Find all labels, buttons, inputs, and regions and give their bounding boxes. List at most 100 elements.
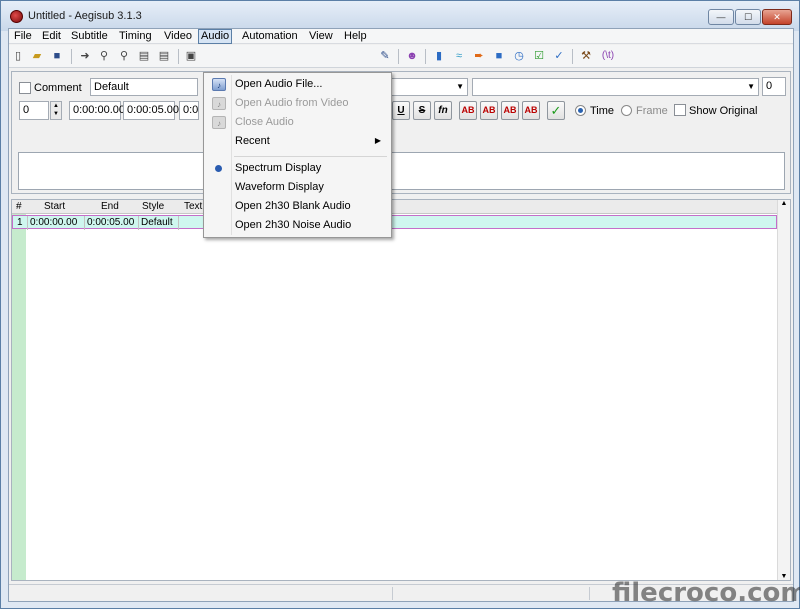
menu-file[interactable]: File [14,29,32,44]
time-radio[interactable] [575,105,586,116]
main-toolbar: ▯ ▰ ■ ➜ ⚲ ⚲ ▤ ▤ ▣ ✎ ☻ ▮ ≈ ➨ ■ ◷ ☑ ✓ ⚒ (\… [9,45,793,68]
comment-checkbox[interactable] [19,82,31,94]
menu-automation[interactable]: Automation [242,29,298,44]
menu-bar: File Edit Subtitle Timing Video Audio Au… [9,29,793,44]
title-bar[interactable]: Untitled - Aegisub 3.1.3 — ☐ ✕ [1,1,799,31]
menu-item-open-noise-audio[interactable]: Open 2h30 Noise Audio [206,216,389,235]
submenu-arrow-icon: ▶ [374,136,381,145]
strikeout-button[interactable]: S [413,101,431,120]
pipette-icon[interactable]: ⚲ [97,49,111,63]
menu-audio[interactable]: Audio [198,29,233,44]
properties-icon[interactable]: ▣ [184,49,198,63]
arrow-icon[interactable]: ➜ [78,49,92,63]
pipette-icon[interactable]: ⚲ [117,49,131,63]
menu-item-label: Open 2h30 Noise Audio [235,219,352,231]
margin-field[interactable]: 0 [19,101,49,120]
time-label: Time [590,105,615,117]
commit-button[interactable]: ✓ [547,101,565,120]
app-window: Untitled - Aegisub 3.1.3 — ☐ ✕ File Edit… [0,0,800,609]
maximize-button[interactable]: ☐ [735,9,761,25]
check-icon[interactable]: ☑ [532,49,546,63]
clip-icon[interactable]: ▤ [137,49,151,63]
validate-icon[interactable]: ✓ [552,49,566,63]
subtitle-grid[interactable]: # Start End Style Text 1 0:00:00.00 0:00… [11,199,791,581]
subtitle-edit-panel: Comment Default ▼ ▼ 0 0 ▲ ▼ 0:00:00.00 0:… [11,71,791,194]
menu-video[interactable]: Video [164,29,192,44]
frame-label: Frame [636,105,668,117]
grid-scrollbar[interactable]: ▲ ▼ [777,200,790,580]
menu-item-open-audio-file[interactable]: ♪ Open Audio File... [206,75,389,94]
column-header-end[interactable]: End [101,201,119,212]
show-original-checkbox[interactable] [674,104,686,116]
jump-icon[interactable]: ▮ [432,49,446,63]
menu-item-label: Spectrum Display [235,162,322,174]
menu-item-recent[interactable]: Recent ▶ [206,132,389,151]
save-icon[interactable]: ■ [50,49,64,63]
stop-icon[interactable]: ■ [492,49,506,63]
effect-combo[interactable]: ▼ [472,78,759,96]
style-combo[interactable]: Default [90,78,198,96]
show-original-label: Show Original [689,105,758,117]
menu-item-open-blank-audio[interactable]: Open 2h30 Blank Audio [206,197,389,216]
column-header-start[interactable]: Start [44,201,65,212]
chevron-down-icon: ▼ [747,82,755,91]
end-time-field[interactable]: 0:00:05.00 [123,101,179,120]
column-header-text[interactable]: Text [184,201,202,212]
primary-color-button[interactable]: AB [459,101,477,120]
menu-item-label: Open 2h30 Blank Audio [235,200,351,212]
minimize-button[interactable]: — [708,9,734,25]
menu-timing[interactable]: Timing [119,29,152,44]
window-title: Untitled - Aegisub 3.1.3 [28,10,142,22]
new-file-icon[interactable]: ▯ [11,49,25,63]
menu-help[interactable]: Help [344,29,367,44]
timing-icon[interactable]: ≈ [452,49,466,63]
shift-icon[interactable]: ➨ [472,49,486,63]
close-button[interactable]: ✕ [762,9,792,25]
script-icon[interactable]: ✎ [378,49,392,63]
menu-item-waveform-display[interactable]: Waveform Display [206,178,389,197]
menu-item-open-audio-from-video[interactable]: ♪ Open Audio from Video [206,94,389,113]
menu-view[interactable]: View [309,29,333,44]
secondary-color-button[interactable]: AB [480,101,498,120]
column-header-number[interactable]: # [16,201,22,212]
column-divider [27,216,28,230]
menu-item-label: Recent [235,135,270,147]
layer-field[interactable]: 0 [762,77,786,96]
menu-edit[interactable]: Edit [42,29,61,44]
status-divider [392,587,393,600]
duration-field[interactable]: 0:0 [179,101,199,120]
column-header-style[interactable]: Style [142,201,164,212]
subtitle-text-area[interactable] [18,152,785,190]
menu-subtitle[interactable]: Subtitle [71,29,108,44]
table-row[interactable]: 1 0:00:00.00 0:00:05.00 Default [12,215,777,230]
toolbar-separator [572,49,573,64]
menu-item-label: Close Audio [235,116,294,128]
clip-icon[interactable]: ▤ [157,49,171,63]
audio-menu-dropdown: ♪ Open Audio File... ♪ Open Audio from V… [203,72,392,238]
text-tag-icon[interactable]: (\t) [597,49,619,63]
purple-face-icon[interactable]: ☻ [405,49,419,63]
audio-file-icon: ♪ [212,78,226,91]
menu-item-label: Open Audio File... [235,78,323,90]
row-number: 1 [17,217,23,228]
clock-icon[interactable]: ◷ [512,49,526,63]
outline-color-button[interactable]: AB [501,101,519,120]
hammer-icon[interactable]: ⚒ [579,49,593,63]
menu-item-close-audio[interactable]: ♪ Close Audio [206,113,389,132]
scroll-up-icon[interactable]: ▲ [778,200,790,207]
start-time-field[interactable]: 0:00:00.00 [69,101,125,120]
column-divider [138,216,139,230]
underline-button[interactable]: U [392,101,410,120]
open-file-icon[interactable]: ▰ [30,49,44,63]
toolbar-separator [425,49,426,64]
column-divider [178,216,179,230]
aegisub-logo-icon[interactable] [10,10,23,23]
menu-item-spectrum-display[interactable]: Spectrum Display [206,159,389,178]
font-button[interactable]: fn [434,101,452,120]
shadow-color-button[interactable]: AB [522,101,540,120]
actor-combo[interactable]: ▼ [380,78,468,96]
margin-spinner[interactable]: ▲ ▼ [50,101,62,120]
row-number-gutter [12,214,26,580]
frame-radio[interactable] [621,105,632,116]
radio-check-icon [215,165,222,172]
